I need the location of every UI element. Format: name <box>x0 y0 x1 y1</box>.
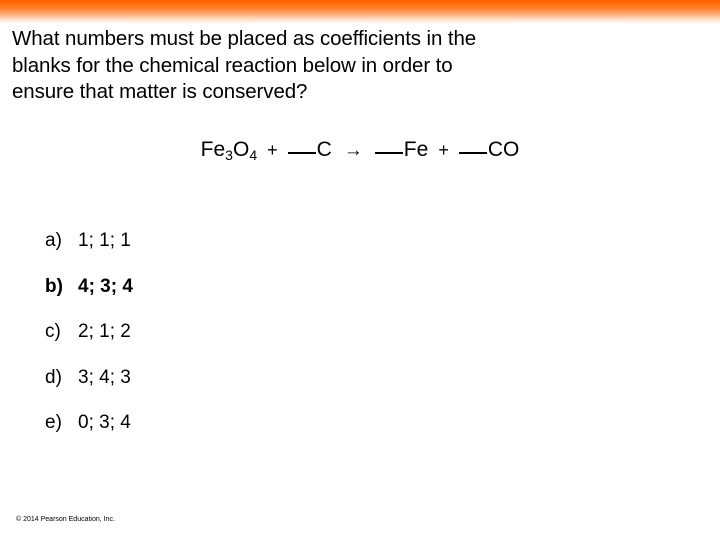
question-text: What numbers must be placed as coefficie… <box>12 26 684 106</box>
choice-label-c: c) <box>45 321 61 342</box>
question-line-1: What numbers must be placed as coefficie… <box>12 27 477 50</box>
choice-label-e: e) <box>45 412 62 433</box>
choice-value-a: 1; 1; 1 <box>78 230 131 251</box>
equation-product-carbon-monoxide: CO <box>487 138 520 161</box>
question-line-2: blanks for the chemical reaction below i… <box>12 53 453 77</box>
subscript-3: 3 <box>225 146 233 163</box>
coefficient-blank-1 <box>287 152 316 154</box>
equation-reactant-carbon: C <box>316 138 332 161</box>
answer-choice-a[interactable]: a) 1; 1; 1 <box>45 230 133 276</box>
choice-label-b: b) <box>45 275 63 297</box>
question-line-3: ensure that matter is conserved? <box>12 80 308 103</box>
chemical-equation: Fe3O4 + C → Fe + CO <box>0 136 720 165</box>
answer-choice-c[interactable]: c) 2; 1; 2 <box>45 321 133 367</box>
choice-label-a: a) <box>45 230 62 251</box>
plus-sign-2: + <box>438 140 449 160</box>
element-fe: Fe <box>200 138 226 161</box>
top-gradient-band <box>0 0 720 24</box>
equation-reactant-iron-oxide: Fe3O4 <box>200 138 258 163</box>
subscript-4: 4 <box>249 146 258 163</box>
coefficient-blank-2 <box>374 152 403 154</box>
choice-value-e: 0; 3; 4 <box>78 412 131 433</box>
copyright-notice: © 2014 Pearson Education, Inc. <box>16 516 115 523</box>
answer-choice-list: a) 1; 1; 1 b) 4; 3; 4 c) 2; 1; 2 d) 3; 4… <box>45 230 133 458</box>
equation-product-iron: Fe <box>403 138 429 161</box>
answer-choice-d[interactable]: d) 3; 4; 3 <box>45 367 133 413</box>
choice-value-c: 2; 1; 2 <box>78 321 131 342</box>
choice-label-d: d) <box>45 366 62 388</box>
plus-sign-1: + <box>267 140 278 160</box>
choice-value-d: 3; 4; 3 <box>78 366 131 388</box>
coefficient-blank-3 <box>458 152 487 154</box>
reaction-arrow-icon: → <box>343 140 363 161</box>
element-o: O <box>232 138 250 161</box>
answer-choice-e[interactable]: e) 0; 3; 4 <box>45 412 133 458</box>
choice-value-b: 4; 3; 4 <box>78 275 133 297</box>
answer-choice-b[interactable]: b) 4; 3; 4 <box>45 276 133 322</box>
